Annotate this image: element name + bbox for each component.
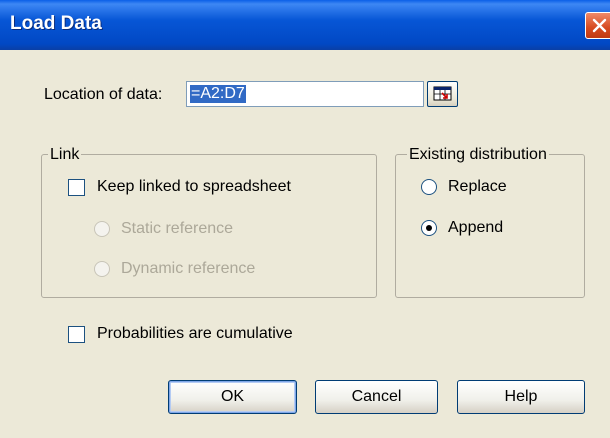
- keep-linked-checkbox[interactable]: [68, 179, 85, 196]
- existing-distribution-legend: Existing distribution: [407, 146, 549, 164]
- append-radio[interactable]: [421, 220, 437, 236]
- cumulative-label: Probabilities are cumulative: [97, 325, 293, 342]
- close-button[interactable]: [585, 12, 610, 39]
- dynamic-reference-label: Dynamic reference: [121, 260, 256, 277]
- help-button[interactable]: Help: [457, 380, 585, 414]
- range-select-button[interactable]: [427, 81, 458, 107]
- range-select-icon: [433, 86, 452, 101]
- ok-button[interactable]: OK: [168, 380, 297, 414]
- cumulative-checkbox[interactable]: [68, 326, 85, 343]
- cancel-button[interactable]: Cancel: [315, 380, 438, 414]
- static-reference-radio[interactable]: [94, 221, 110, 237]
- location-input[interactable]: =A2:D7: [186, 81, 424, 107]
- link-group-legend: Link: [48, 146, 82, 164]
- append-label: Append: [448, 219, 504, 236]
- dynamic-reference-radio[interactable]: [94, 261, 110, 277]
- title-bar[interactable]: Load Data: [0, 0, 610, 50]
- append-radio-selected-dot: [426, 225, 432, 231]
- keep-linked-label: Keep linked to spreadsheet: [97, 178, 291, 195]
- location-label: Location of data:: [44, 86, 163, 103]
- load-data-dialog: Load Data Location of data: =A2:D7 Link …: [0, 0, 610, 438]
- replace-radio[interactable]: [421, 179, 437, 195]
- close-icon: [592, 18, 607, 33]
- location-value: =A2:D7: [190, 85, 246, 103]
- replace-label: Replace: [448, 178, 507, 195]
- static-reference-label: Static reference: [121, 220, 234, 237]
- window-title: Load Data: [10, 13, 102, 34]
